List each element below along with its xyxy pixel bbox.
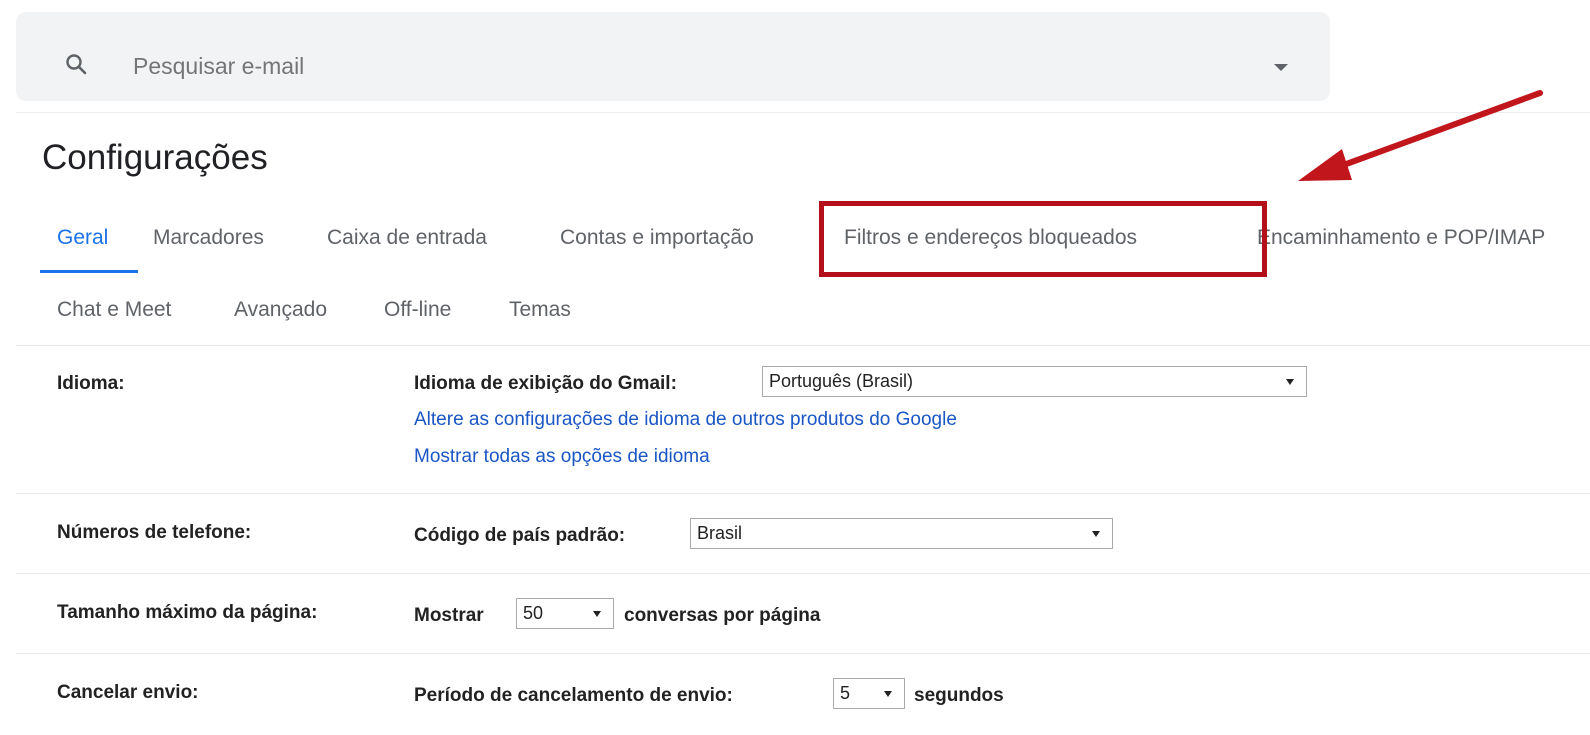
- undo-send-label: Cancelar envio:: [57, 682, 199, 703]
- row-divider: [16, 653, 1590, 654]
- display-language-label: Idioma de exibição do Gmail:: [414, 373, 677, 394]
- undo-send-period-label: Período de cancelamento de envio:: [414, 685, 733, 706]
- chevron-down-icon: [1286, 379, 1294, 385]
- chevron-down-icon: [593, 611, 601, 617]
- tab-marcadores[interactable]: Marcadores: [153, 226, 264, 250]
- row-divider: [16, 345, 1590, 346]
- other-products-language-link[interactable]: Altere as configurações de idioma de out…: [414, 409, 957, 431]
- row-divider: [16, 493, 1590, 494]
- undo-send-period-value: 5: [840, 683, 851, 703]
- conversations-per-page-label: conversas por página: [624, 605, 821, 626]
- language-label: Idioma:: [57, 373, 125, 394]
- tab-caixa-de-entrada[interactable]: Caixa de entrada: [327, 226, 487, 250]
- search-bar[interactable]: [16, 12, 1330, 101]
- page-size-select[interactable]: 50: [516, 598, 614, 629]
- all-language-options-link[interactable]: Mostrar todas as opções de idioma: [414, 446, 710, 468]
- seconds-label: segundos: [914, 685, 1004, 706]
- tab-encaminhamento-e-pop-imap[interactable]: Encaminhamento e POP/IMAP: [1257, 226, 1545, 250]
- tab-geral[interactable]: Geral: [57, 226, 108, 250]
- search-icon[interactable]: [64, 52, 88, 76]
- display-language-value: Português (Brasil): [769, 371, 914, 391]
- page-size-value: 50: [523, 603, 544, 623]
- default-country-code-label: Código de país padrão:: [414, 525, 626, 546]
- annotation-arrow-icon: [1298, 90, 1543, 181]
- tab-contas-e-importacao[interactable]: Contas e importação: [560, 226, 754, 250]
- chevron-down-icon: [1092, 531, 1100, 537]
- page-title: Configurações: [42, 138, 268, 177]
- tab-chat-e-meet[interactable]: Chat e Meet: [57, 298, 171, 322]
- max-page-size-label: Tamanho máximo da página:: [57, 602, 318, 623]
- country-code-select[interactable]: Brasil: [690, 518, 1113, 549]
- tab-temas[interactable]: Temas: [509, 298, 571, 322]
- display-language-select[interactable]: Português (Brasil): [762, 366, 1307, 397]
- phone-numbers-label: Números de telefone:: [57, 522, 252, 543]
- undo-send-period-select[interactable]: 5: [833, 678, 905, 709]
- highlight-box: [819, 201, 1267, 277]
- country-code-value: Brasil: [697, 523, 743, 543]
- tab-avancado[interactable]: Avançado: [234, 298, 327, 322]
- active-tab-indicator: [40, 270, 138, 273]
- search-input[interactable]: [133, 52, 1233, 80]
- chevron-down-icon: [884, 691, 892, 697]
- row-divider: [16, 573, 1590, 574]
- show-label: Mostrar: [414, 605, 484, 626]
- tab-off-line[interactable]: Off-line: [384, 298, 451, 322]
- caret-down-icon[interactable]: [1274, 64, 1288, 71]
